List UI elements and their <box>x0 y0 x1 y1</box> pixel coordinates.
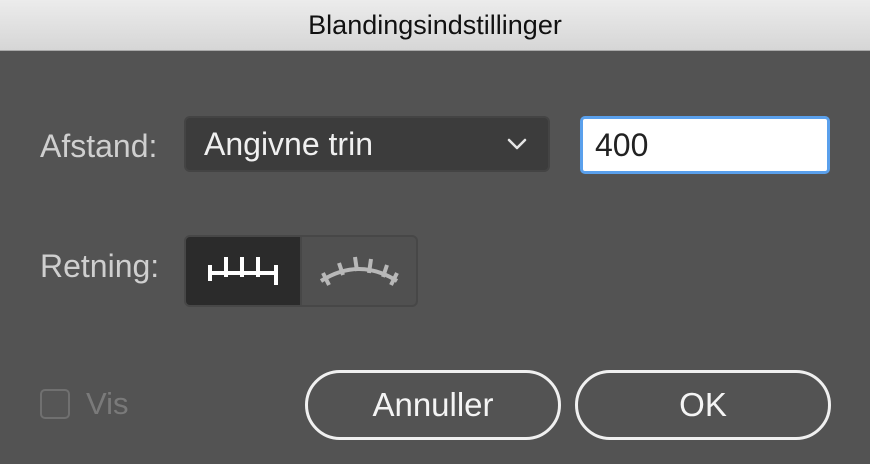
align-to-page-button[interactable] <box>184 235 302 307</box>
align-to-path-button[interactable] <box>300 235 418 307</box>
preview-label: Vis <box>86 386 129 421</box>
chevron-down-icon <box>507 138 527 150</box>
align-to-path-icon <box>319 256 399 286</box>
ok-button[interactable]: OK <box>575 370 831 440</box>
dialog-title: Blandingsindstillinger <box>308 9 562 40</box>
title-bar[interactable]: Blandingsindstillinger <box>0 0 870 51</box>
preview-option[interactable]: Vis <box>40 386 129 422</box>
spacing-steps-input[interactable]: 400 <box>580 116 830 174</box>
cancel-button[interactable]: Annuller <box>305 370 561 440</box>
orientation-label: Retning: <box>40 248 160 284</box>
spacing-select[interactable]: Angivne trin <box>184 116 550 172</box>
preview-checkbox[interactable] <box>40 389 70 419</box>
spacing-label: Afstand: <box>40 128 158 164</box>
spacing-select-value: Angivne trin <box>204 125 373 162</box>
align-to-page-icon <box>208 257 278 285</box>
blend-options-dialog: Blandingsindstillinger Afstand: Angivne … <box>0 0 870 464</box>
